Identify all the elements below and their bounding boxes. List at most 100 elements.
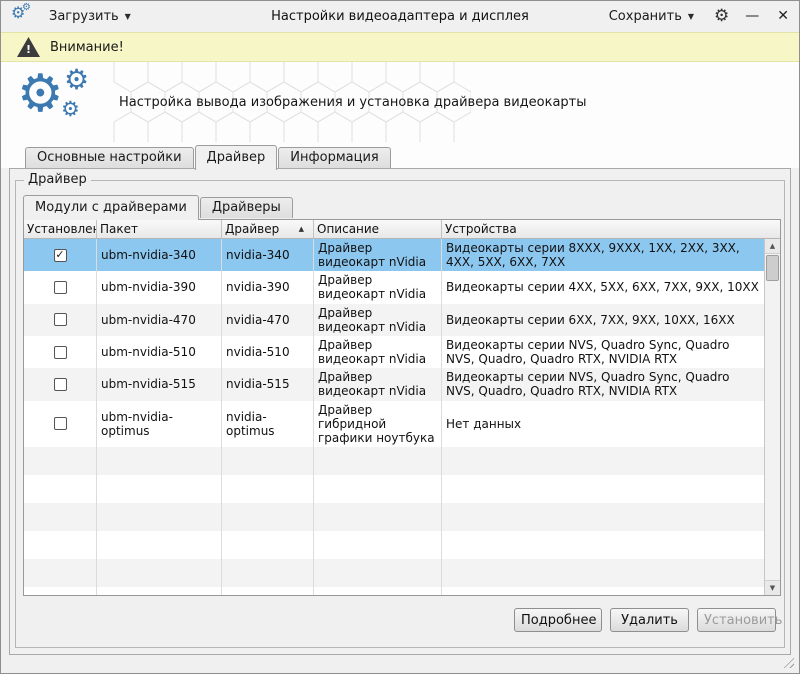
chevron-down-icon: ▼ — [688, 12, 694, 21]
gear-icon: ⚙ — [61, 99, 80, 120]
installed-cell: ✓ — [24, 304, 97, 336]
scrollbar-thumb[interactable] — [766, 255, 779, 281]
installed-cell: ✓ — [24, 239, 97, 271]
titlebar: ⚙ ⚙ Загрузить ▼ Настройки видеоадаптера … — [1, 1, 799, 31]
header-subtitle: Настройка вывода изображения и установка… — [119, 95, 587, 110]
driver-modules-table: Установлен Пакет Драйвер ▲ Описание Устр… — [23, 219, 781, 596]
groupbox-title: Драйвер — [24, 172, 91, 187]
empty-row — [24, 587, 764, 595]
column-label: Драйвер — [225, 222, 279, 236]
devices-cell: Видеокарты серии 4XX, 5XX, 6XX, 7XX, 9XX… — [442, 271, 764, 303]
sort-ascending-icon: ▲ — [293, 225, 310, 233]
devices-cell: Нет данных — [442, 401, 764, 447]
column-header-package[interactable]: Пакет — [97, 220, 222, 238]
table-row-nvidia-470[interactable]: ✓ ubm-nvidia-470 nvidia-470 Драйвер виде… — [24, 304, 764, 336]
window-title: Настройки видеоадаптера и дисплея — [271, 9, 529, 24]
chevron-down-icon: ▼ — [125, 12, 131, 21]
description-cell: Драйвер видеокарт nVidia — [314, 239, 442, 271]
description-cell: Драйвер видеокарт nVidia — [314, 368, 442, 400]
empty-row — [24, 475, 764, 503]
empty-row — [24, 447, 764, 475]
installed-cell: ✓ — [24, 336, 97, 368]
tab-main-settings[interactable]: Основные настройки — [25, 147, 194, 168]
driver-cell: nvidia-optimus — [222, 401, 314, 447]
load-label: Загрузить — [49, 9, 119, 24]
driver-cell: nvidia-515 — [222, 368, 314, 400]
table-header-row: Установлен Пакет Драйвер ▲ Описание Устр… — [24, 220, 780, 239]
description-cell: Драйвер видеокарт nVidia — [314, 336, 442, 368]
subtab-driver-modules[interactable]: Модули с драйверами — [23, 195, 199, 220]
tab-driver[interactable]: Драйвер — [195, 145, 278, 170]
scroll-down-button[interactable]: ▼ — [765, 580, 780, 595]
package-cell: ubm-nvidia-390 — [97, 271, 222, 303]
devices-cell: Видеокарты серии 8XXX, 9XXX, 1XX, 2XX, 3… — [442, 239, 764, 271]
save-dropdown-button[interactable]: Сохранить ▼ — [603, 6, 700, 27]
description-cell: Драйвер видеокарт nVidia — [314, 304, 442, 336]
table-row-nvidia-340[interactable]: ✓ ubm-nvidia-340 nvidia-340 Драйвер виде… — [24, 239, 764, 271]
checkmark-icon: ✓ — [55, 249, 64, 260]
installed-checkbox[interactable]: ✓ — [54, 313, 67, 326]
column-header-driver[interactable]: Драйвер ▲ — [222, 220, 314, 238]
close-button[interactable]: ✕ — [777, 9, 789, 23]
column-header-devices[interactable]: Устройства — [442, 220, 780, 238]
column-header-installed[interactable]: Установлен — [24, 220, 97, 238]
package-cell: ubm-nvidia-515 — [97, 368, 222, 400]
installed-cell: ✓ — [24, 368, 97, 400]
installed-cell: ✓ — [24, 401, 97, 447]
scroll-up-icon: ▲ — [770, 242, 775, 250]
save-label: Сохранить — [609, 9, 682, 24]
package-cell: ubm-nvidia-optimus — [97, 401, 222, 447]
scroll-up-button[interactable]: ▲ — [765, 239, 780, 254]
table-row-nvidia-optimus[interactable]: ✓ ubm-nvidia-optimus nvidia-optimus Драй… — [24, 401, 764, 447]
warning-banner: ! Внимание! — [1, 32, 799, 62]
warning-text: Внимание! — [50, 40, 124, 55]
empty-row — [24, 503, 764, 531]
settings-gear-icon[interactable]: ⚙ — [714, 8, 729, 25]
app-logo-gears-large-icon: ⚙ ⚙ ⚙ — [17, 68, 109, 138]
installed-checkbox[interactable]: ✓ — [54, 346, 67, 359]
app-logo-gears-icon: ⚙ ⚙ — [11, 6, 33, 26]
app-window: ⚙ ⚙ Загрузить ▼ Настройки видеоадаптера … — [0, 0, 800, 674]
gear-icon: ⚙ — [64, 66, 89, 94]
installed-checkbox[interactable]: ✓ — [54, 281, 67, 294]
empty-row — [24, 531, 764, 559]
action-button-row: Подробнее Удалить Установить — [514, 608, 776, 632]
devices-cell: Видеокарты серии NVS, Quadro Sync, Quadr… — [442, 336, 764, 368]
description-cell: Драйвер гибридной графики ноутбука — [314, 401, 442, 447]
installed-checkbox[interactable]: ✓ — [54, 378, 67, 391]
details-button[interactable]: Подробнее — [514, 608, 602, 632]
package-cell: ubm-nvidia-510 — [97, 336, 222, 368]
driver-cell: nvidia-510 — [222, 336, 314, 368]
driver-cell: nvidia-340 — [222, 239, 314, 271]
main-tab-bar: Основные настройки Драйвер Информация — [25, 145, 392, 170]
scroll-down-icon: ▼ — [770, 584, 775, 592]
package-cell: ubm-nvidia-470 — [97, 304, 222, 336]
warning-triangle-icon: ! — [17, 37, 40, 57]
table-body: ✓ ubm-nvidia-340 nvidia-340 Драйвер виде… — [24, 239, 764, 595]
driver-cell: nvidia-390 — [222, 271, 314, 303]
installed-checkbox[interactable]: ✓ — [54, 417, 67, 430]
column-header-description[interactable]: Описание — [314, 220, 442, 238]
table-row-nvidia-515[interactable]: ✓ ubm-nvidia-515 nvidia-515 Драйвер виде… — [24, 368, 764, 400]
subtab-drivers[interactable]: Драйверы — [200, 197, 293, 218]
driver-subtab-bar: Модули с драйверами Драйверы — [23, 195, 294, 220]
devices-cell: Видеокарты серии NVS, Quadro Sync, Quadr… — [442, 368, 764, 400]
installed-checkbox[interactable]: ✓ — [54, 249, 67, 262]
install-button[interactable]: Установить — [697, 608, 776, 632]
empty-row — [24, 559, 764, 587]
table-row-nvidia-390[interactable]: ✓ ubm-nvidia-390 nvidia-390 Драйвер виде… — [24, 271, 764, 303]
warning-exclamation: ! — [26, 42, 31, 57]
minimize-button[interactable]: — — [745, 9, 759, 23]
package-cell: ubm-nvidia-340 — [97, 239, 222, 271]
devices-cell: Видеокарты серии 6XX, 7XX, 9XX, 10XX, 16… — [442, 304, 764, 336]
gear-icon: ⚙ — [22, 3, 31, 13]
installed-cell: ✓ — [24, 271, 97, 303]
table-row-nvidia-510[interactable]: ✓ ubm-nvidia-510 nvidia-510 Драйвер виде… — [24, 336, 764, 368]
vertical-scrollbar[interactable]: ▲ ▼ — [764, 239, 780, 595]
description-cell: Драйвер видеокарт nVidia — [314, 271, 442, 303]
remove-button[interactable]: Удалить — [610, 608, 689, 632]
driver-cell: nvidia-470 — [222, 304, 314, 336]
load-dropdown-button[interactable]: Загрузить ▼ — [43, 6, 137, 27]
tab-information[interactable]: Информация — [278, 147, 390, 168]
resize-grip[interactable] — [781, 655, 794, 668]
